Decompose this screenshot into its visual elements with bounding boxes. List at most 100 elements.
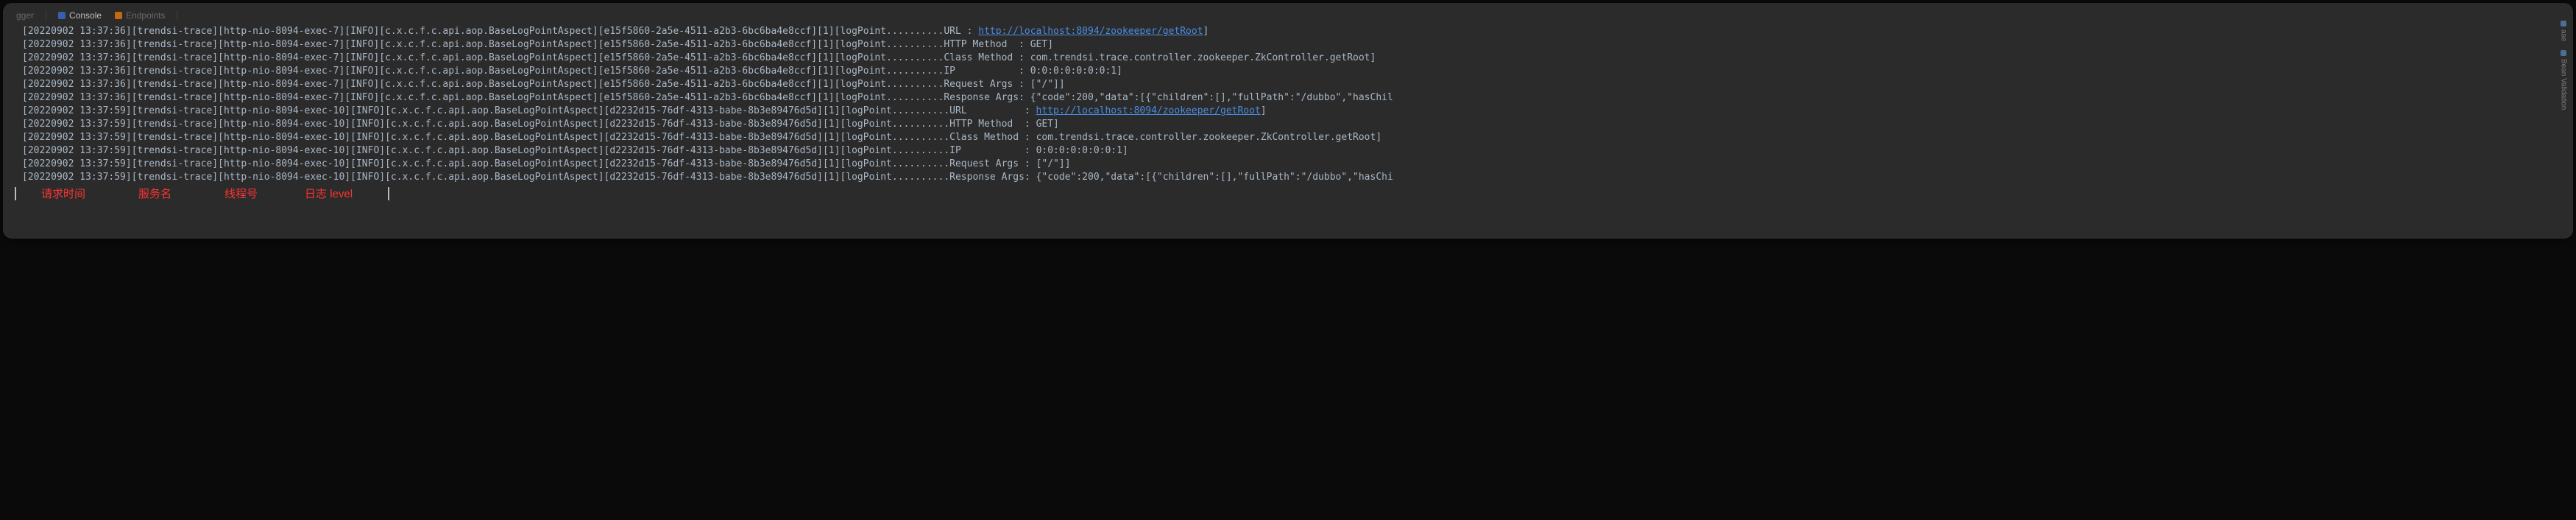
log-token: [d2232d15-76df-4313-babe-8b3e89476d5d] — [604, 118, 823, 131]
annotation-request-time: 请求时间 — [41, 186, 85, 201]
log-token: [c.x.c.f.c.api.aop.BaseLogPointAspect] — [379, 38, 598, 52]
log-token: [d2232d15-76df-4313-babe-8b3e89476d5d] — [604, 105, 823, 118]
log-url-link[interactable]: http://localhost:8094/zookeeper/getRoot — [978, 25, 1203, 38]
log-value: ["/"]] — [1036, 158, 1071, 171]
log-token: [INFO] — [350, 105, 385, 118]
log-token: [http-nio-8094-exec-10] — [218, 144, 350, 158]
log-token: [1] — [817, 65, 834, 78]
log-value: com.trendsi.trace.controller.zookeeper.Z… — [1030, 52, 1376, 65]
database-icon — [2561, 21, 2566, 27]
log-token: [trendsi-trace] — [132, 158, 218, 171]
tab-debugger[interactable]: gger — [12, 9, 38, 22]
log-token: [c.x.c.f.c.api.aop.BaseLogPointAspect] — [379, 65, 598, 78]
log-token: [trendsi-trace] — [132, 171, 218, 184]
bean-validation-icon — [2561, 50, 2566, 56]
log-token: [c.x.c.f.c.api.aop.BaseLogPointAspect] — [385, 105, 604, 118]
log-token: [INFO] — [350, 158, 385, 171]
log-token: [c.x.c.f.c.api.aop.BaseLogPointAspect] — [379, 91, 598, 105]
log-token: [20220902 13:37:36] — [22, 25, 132, 38]
log-sep: : — [1013, 78, 1030, 91]
log-token: [INFO] — [344, 78, 379, 91]
log-token: [c.x.c.f.c.api.aop.BaseLogPointAspect] — [385, 144, 604, 158]
log-line[interactable]: [20220902 13:37:59][trendsi-trace][http-… — [22, 131, 2554, 144]
log-token: [INFO] — [344, 65, 379, 78]
log-token: [http-nio-8094-exec-7] — [218, 38, 344, 52]
log-value: GET] — [1030, 38, 1053, 52]
log-token: [trendsi-trace] — [132, 52, 218, 65]
log-token: [20220902 13:37:59] — [22, 131, 132, 144]
log-token: [http-nio-8094-exec-7] — [218, 52, 344, 65]
log-line[interactable]: [20220902 13:37:36][trendsi-trace][http-… — [22, 78, 2554, 91]
log-token: [trendsi-trace] — [132, 78, 218, 91]
log-token: [INFO] — [344, 91, 379, 105]
log-value: GET] — [1036, 118, 1059, 131]
log-token: [logPoint..........HTTP Method — [835, 38, 1008, 52]
log-line[interactable]: [20220902 13:37:59][trendsi-trace][http-… — [22, 105, 2554, 118]
tab-console[interactable]: Console — [54, 9, 106, 22]
right-tool-rail: ase Bean Validation — [2557, 21, 2570, 110]
log-token: [20220902 13:37:36] — [22, 52, 132, 65]
log-token: [1] — [817, 38, 834, 52]
log-token: [20220902 13:37:36] — [22, 65, 132, 78]
log-token: [INFO] — [344, 52, 379, 65]
log-token: [d2232d15-76df-4313-babe-8b3e89476d5d] — [604, 144, 823, 158]
log-line[interactable]: [20220902 13:37:36][trendsi-trace][http-… — [22, 38, 2554, 52]
log-sep: : — [955, 65, 1030, 78]
log-token: [logPoint..........Class Method — [835, 52, 1013, 65]
text-caret — [388, 187, 389, 200]
log-token: [c.x.c.f.c.api.aop.BaseLogPointAspect] — [385, 158, 604, 171]
log-token: [20220902 13:37:36] — [22, 38, 132, 52]
log-line[interactable]: [20220902 13:37:36][trendsi-trace][http-… — [22, 25, 2554, 38]
log-token: [trendsi-trace] — [132, 25, 218, 38]
log-sep: : — [1013, 52, 1030, 65]
annotation-thread-id: 线程号 — [224, 186, 258, 201]
log-token: [trendsi-trace] — [132, 38, 218, 52]
log-token: [1] — [817, 52, 834, 65]
log-token: [20220902 13:37:59] — [22, 158, 132, 171]
log-token: [e15f5860-2a5e-4511-a2b3-6bc6ba4e8ccf] — [598, 65, 817, 78]
log-token: [c.x.c.f.c.api.aop.BaseLogPointAspect] — [379, 25, 598, 38]
tab-endpoints[interactable]: Endpoints — [110, 9, 169, 22]
log-line[interactable]: [20220902 13:37:59][trendsi-trace][http-… — [22, 171, 2554, 184]
log-line[interactable]: [20220902 13:37:59][trendsi-trace][http-… — [22, 118, 2554, 131]
log-token: [1] — [823, 118, 840, 131]
endpoints-icon — [115, 12, 122, 19]
log-token: [e15f5860-2a5e-4511-a2b3-6bc6ba4e8ccf] — [598, 91, 817, 105]
log-token: [d2232d15-76df-4313-babe-8b3e89476d5d] — [604, 171, 823, 184]
log-token: [trendsi-trace] — [132, 65, 218, 78]
log-value: ["/"]] — [1030, 78, 1065, 91]
log-token: [logPoint..........HTTP Method — [840, 118, 1013, 131]
rail-item-bean-validation[interactable]: Bean Validation — [2557, 50, 2570, 110]
log-token: [c.x.c.f.c.api.aop.BaseLogPointAspect] — [385, 118, 604, 131]
log-token: [INFO] — [350, 118, 385, 131]
log-token: [20220902 13:37:59] — [22, 105, 132, 118]
log-token: [c.x.c.f.c.api.aop.BaseLogPointAspect] — [379, 78, 598, 91]
log-token: [logPoint..........IP — [835, 65, 955, 78]
log-output[interactable]: [20220902 13:37:36][trendsi-trace][http-… — [3, 25, 2573, 184]
rail-item-database[interactable]: ase — [2557, 21, 2570, 41]
log-value: {"code":200,"data":[{"children":[],"full… — [1036, 171, 1393, 184]
log-token: [20220902 13:37:36] — [22, 78, 132, 91]
log-token: [logPoint..........Response Args — [835, 91, 1019, 105]
log-token: [logPoint..........Request Args — [840, 158, 1019, 171]
log-sep: : — [961, 25, 978, 38]
log-token: [http-nio-8094-exec-10] — [218, 158, 350, 171]
log-value: com.trendsi.trace.controller.zookeeper.Z… — [1036, 131, 1382, 144]
log-token: [1] — [817, 25, 834, 38]
log-line[interactable]: [20220902 13:37:36][trendsi-trace][http-… — [22, 91, 2554, 105]
log-token: [trendsi-trace] — [132, 144, 218, 158]
log-token: [20220902 13:37:59] — [22, 118, 132, 131]
log-sep: : — [1019, 158, 1036, 171]
log-token: [e15f5860-2a5e-4511-a2b3-6bc6ba4e8ccf] — [598, 52, 817, 65]
log-token: [http-nio-8094-exec-7] — [218, 65, 344, 78]
log-line[interactable]: [20220902 13:37:36][trendsi-trace][http-… — [22, 65, 2554, 78]
log-token: [logPoint..........URL — [835, 25, 961, 38]
log-token: [c.x.c.f.c.api.aop.BaseLogPointAspect] — [379, 52, 598, 65]
log-url-link[interactable]: http://localhost:8094/zookeeper/getRoot — [1036, 105, 1261, 118]
tab-endpoints-label: Endpoints — [126, 10, 165, 21]
log-line[interactable]: [20220902 13:37:59][trendsi-trace][http-… — [22, 158, 2554, 171]
tab-console-label: Console — [69, 10, 102, 21]
log-sep: : — [1013, 118, 1036, 131]
log-line[interactable]: [20220902 13:37:36][trendsi-trace][http-… — [22, 52, 2554, 65]
log-line[interactable]: [20220902 13:37:59][trendsi-trace][http-… — [22, 144, 2554, 158]
